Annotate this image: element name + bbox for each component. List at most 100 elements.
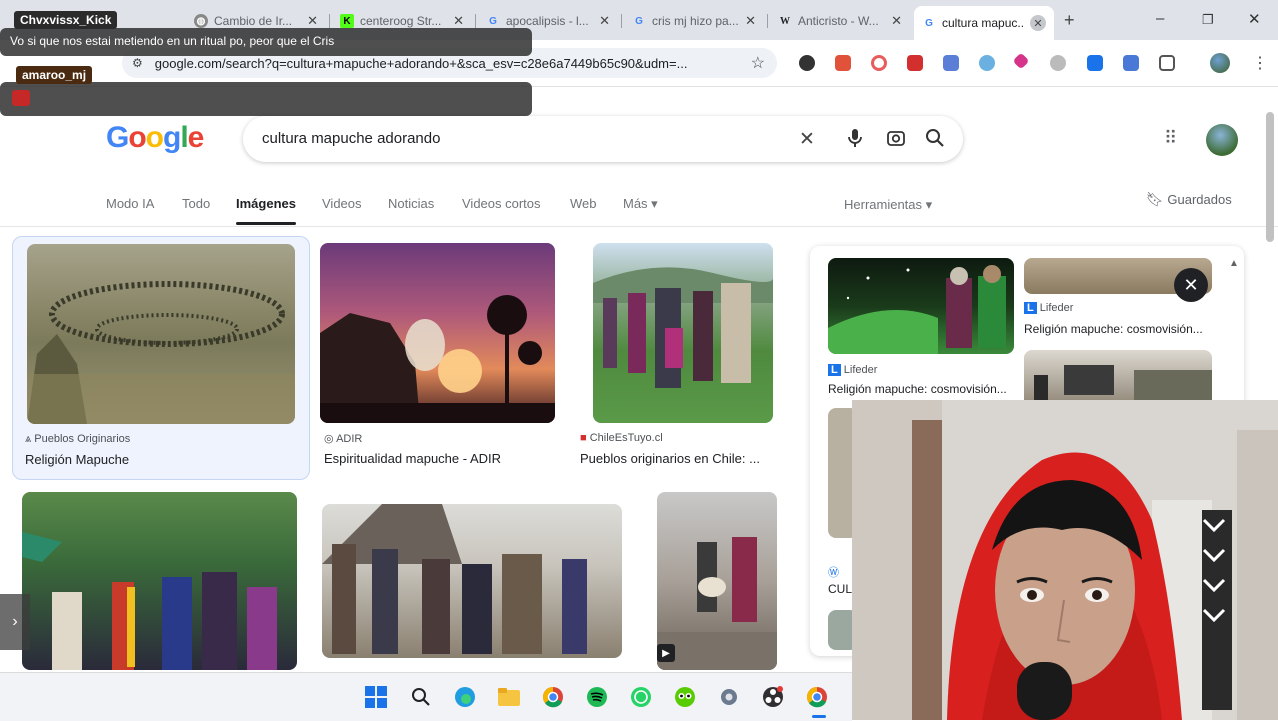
- minimize-button[interactable]: –: [1156, 10, 1164, 27]
- chat-message-bar-2: [0, 82, 532, 116]
- result-image[interactable]: [593, 243, 773, 423]
- tab-modo-ia[interactable]: Modo IA: [106, 196, 154, 211]
- browser-profile-avatar[interactable]: [1210, 53, 1230, 73]
- bookmark-star-icon[interactable]: ☆: [751, 53, 765, 73]
- tab-title: centeroog Str...: [360, 14, 442, 28]
- result-video-thumbnail[interactable]: ▶: [657, 492, 777, 670]
- new-tab-button[interactable]: +: [1064, 10, 1075, 31]
- extension-2-icon[interactable]: [835, 55, 851, 71]
- google-logo[interactable]: Google: [106, 121, 204, 155]
- chat-username-2: amaroo_mj: [16, 66, 93, 84]
- panel-result-source: L Lifeder: [1024, 302, 1073, 314]
- microphone-icon[interactable]: [847, 128, 863, 153]
- active-app-indicator: [812, 715, 826, 718]
- panel-image[interactable]: [828, 258, 1014, 354]
- extensions-puzzle-icon[interactable]: [1159, 55, 1175, 71]
- extension-1-icon[interactable]: [799, 55, 815, 71]
- tab-web[interactable]: Web: [570, 196, 597, 211]
- tab-title: cultura mapuc...: [942, 16, 1024, 30]
- saved-button[interactable]: 🔖︎ Guardados: [1146, 191, 1232, 208]
- extension-9-icon[interactable]: [1087, 55, 1103, 71]
- close-tab-icon[interactable]: ✕: [599, 13, 610, 29]
- close-tab-icon[interactable]: ✕: [1030, 15, 1046, 31]
- search-input[interactable]: cultura mapuche adorando: [262, 130, 440, 147]
- google-icon: G: [925, 17, 933, 29]
- file-explorer-icon[interactable]: [497, 685, 521, 709]
- tab-videos[interactable]: Videos: [322, 196, 362, 211]
- site-info-icon[interactable]: ⚙: [132, 56, 143, 70]
- extension-7-icon[interactable]: [1012, 52, 1030, 70]
- restore-button[interactable]: ❐: [1202, 12, 1214, 28]
- close-window-button[interactable]: ✕: [1248, 10, 1261, 28]
- extension-10-icon[interactable]: [1123, 55, 1139, 71]
- extension-3-icon[interactable]: [871, 55, 887, 71]
- result-image[interactable]: [322, 504, 622, 658]
- search-icon[interactable]: [925, 128, 945, 153]
- close-tab-icon[interactable]: ✕: [891, 13, 902, 29]
- extension-5-icon[interactable]: [943, 55, 959, 71]
- tab-cultura-mapuche[interactable]: G cultura mapuc... ✕: [914, 6, 1054, 40]
- image-result-card[interactable]: ◎ ADIR Espiritualidad mapuche - ADIR: [316, 236, 562, 478]
- tab-mas[interactable]: Más ▾: [623, 196, 658, 212]
- extension-6-icon[interactable]: [979, 55, 995, 71]
- carousel-prev-button[interactable]: ›: [0, 594, 30, 650]
- duolingo-icon[interactable]: [673, 685, 697, 709]
- scroll-up-icon[interactable]: ▲: [1229, 258, 1239, 269]
- account-avatar[interactable]: [1206, 124, 1238, 156]
- spotify-icon[interactable]: [585, 685, 609, 709]
- tab-title: Cambio de Ir...: [214, 14, 293, 28]
- lens-camera-icon[interactable]: [886, 128, 906, 153]
- close-tab-icon[interactable]: ✕: [745, 13, 756, 29]
- page-scrollbar[interactable]: [1266, 112, 1274, 242]
- site-favicon-icon: ■: [580, 432, 587, 444]
- tab-title: cris mj hizo pa...: [652, 14, 739, 28]
- taskbar-search-icon[interactable]: [409, 685, 433, 709]
- chrome-icon[interactable]: [541, 685, 565, 709]
- result-image[interactable]: [320, 243, 555, 423]
- result-title[interactable]: Pueblos originarios en Chile: ...: [580, 451, 786, 466]
- lifeder-favicon-icon: L: [1024, 302, 1037, 314]
- close-tab-icon[interactable]: ✕: [307, 13, 318, 29]
- tab-cris-mj[interactable]: G cris mj hizo pa... ✕: [624, 6, 764, 36]
- globe-icon: ◍: [194, 14, 208, 28]
- settings-gear-icon[interactable]: [717, 685, 741, 709]
- wikipedia-icon: W: [780, 15, 790, 27]
- site-favicon-icon: ⩓: [25, 433, 32, 445]
- edge-browser-icon[interactable]: [453, 685, 477, 709]
- extension-8-icon[interactable]: [1050, 55, 1066, 71]
- tools-button[interactable]: Herramientas ▾: [844, 197, 932, 213]
- panel-result-title[interactable]: Religión mapuche: cosmovisión...: [828, 382, 1014, 396]
- address-url[interactable]: google.com/search?q=cultura+mapuche+ador…: [155, 56, 740, 71]
- chrome-profile-icon[interactable]: [805, 685, 829, 709]
- clear-search-icon[interactable]: ✕: [799, 128, 815, 151]
- google-icon: G: [635, 15, 643, 27]
- image-result-card[interactable]: ⩓ Pueblos Originarios Religión Mapuche: [12, 236, 310, 480]
- close-panel-button[interactable]: ✕: [1174, 268, 1208, 302]
- search-type-tabs: Modo IA Todo Imágenes Videos Noticias Vi…: [0, 196, 1278, 227]
- result-title[interactable]: Espiritualidad mapuche - ADIR: [324, 451, 559, 466]
- download-extension-icon[interactable]: [907, 55, 923, 71]
- tab-imagenes[interactable]: Imágenes: [236, 196, 296, 225]
- panel-result-title[interactable]: Religión mapuche: cosmovisión...: [1024, 322, 1214, 336]
- saved-label: Guardados: [1167, 192, 1232, 207]
- tab-noticias[interactable]: Noticias: [388, 196, 434, 211]
- tab-videos-cortos[interactable]: Videos cortos: [462, 196, 541, 211]
- whatsapp-icon[interactable]: [629, 685, 653, 709]
- google-apps-grid-icon[interactable]: ⠿: [1164, 128, 1177, 149]
- streamer-webcam: [852, 400, 1278, 720]
- tab-todo[interactable]: Todo: [182, 196, 210, 211]
- result-title[interactable]: Religión Mapuche: [25, 452, 295, 467]
- video-play-icon: ▶: [657, 644, 675, 662]
- tab-title: Anticristo - W...: [798, 14, 879, 28]
- browser-menu-icon[interactable]: ⋮: [1252, 53, 1268, 73]
- result-image[interactable]: [22, 492, 297, 670]
- search-box[interactable]: cultura mapuche adorando ✕: [243, 116, 963, 162]
- result-source: ◎ ADIR: [324, 432, 362, 445]
- tab-anticristo[interactable]: W Anticristo - W... ✕: [770, 6, 910, 36]
- windows-start-icon[interactable]: [364, 685, 388, 709]
- image-result-card[interactable]: ■ ChileEsTuyo.cl Pueblos originarios en …: [574, 236, 794, 478]
- close-tab-icon[interactable]: ✕: [453, 13, 464, 29]
- obs-studio-icon[interactable]: [761, 685, 785, 709]
- result-image[interactable]: [27, 244, 295, 424]
- kick-icon: K: [340, 14, 354, 28]
